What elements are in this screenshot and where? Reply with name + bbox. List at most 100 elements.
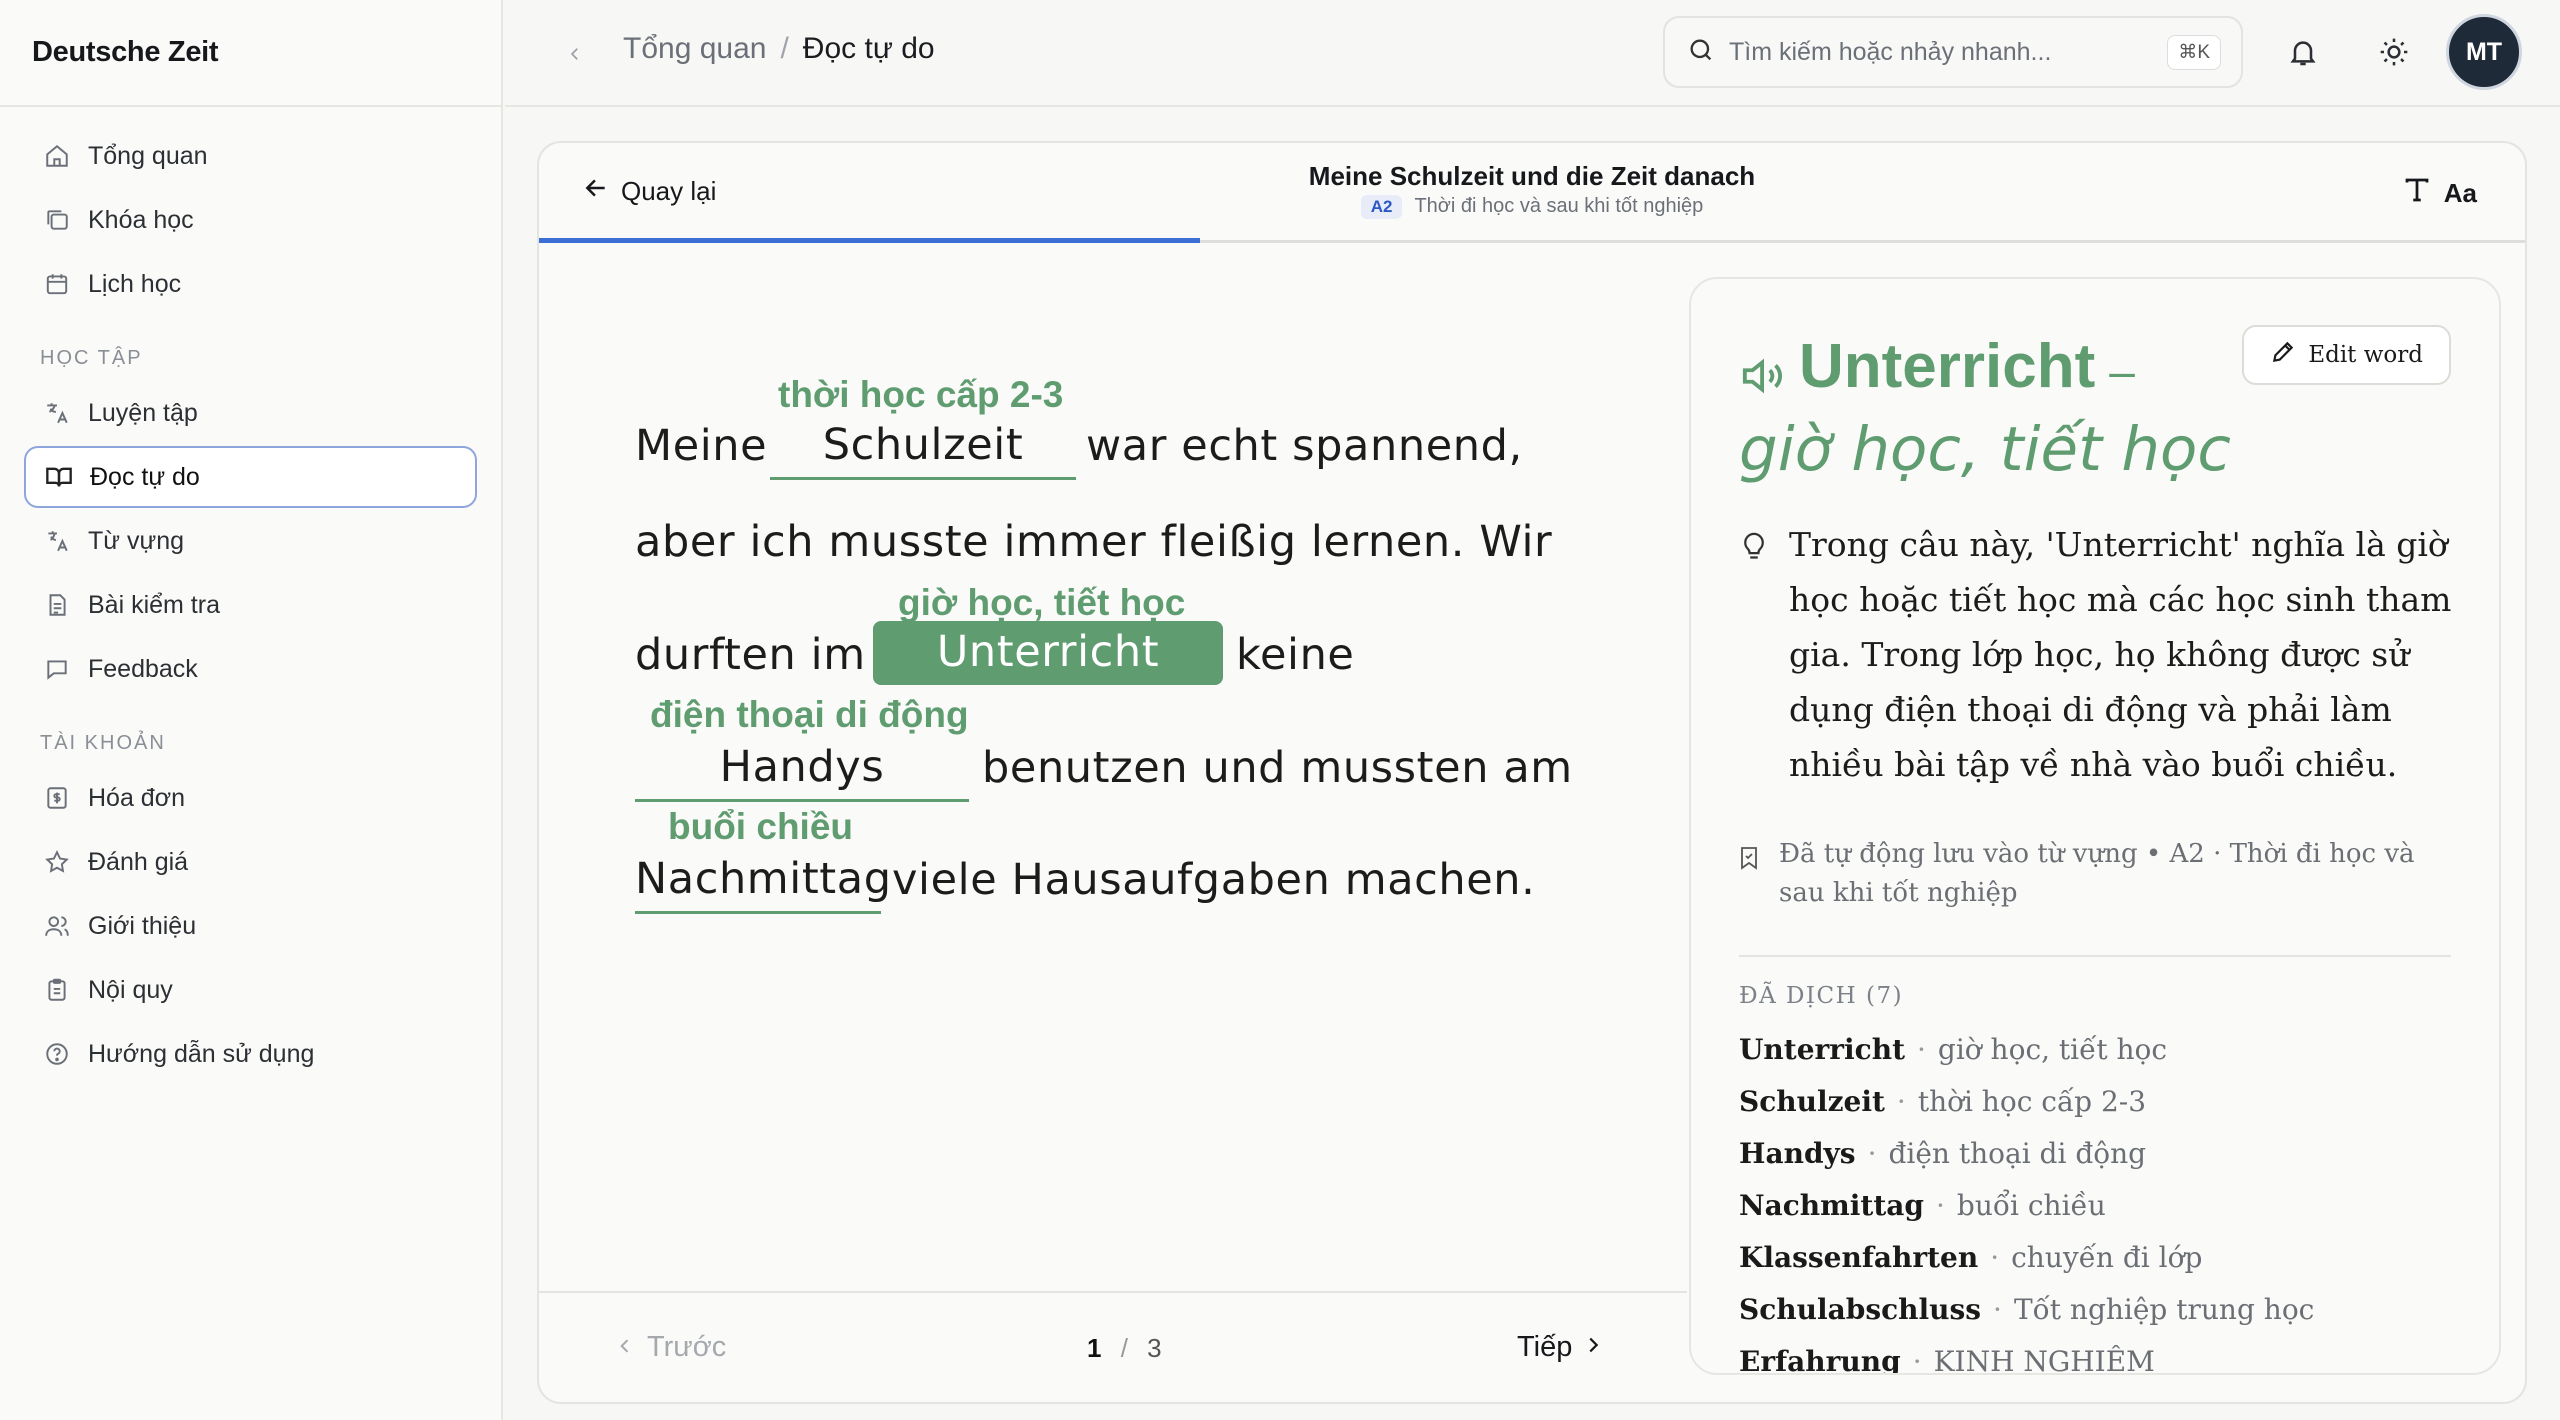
chevron-left-icon xyxy=(615,1331,635,1364)
sidebar-item-free-reading[interactable]: Đọc tự do xyxy=(24,446,477,508)
translate-practice-icon xyxy=(42,398,72,428)
autosave-note: Đã tự động lưu vào từ vựng • A2 · Thời đ… xyxy=(1739,835,2459,913)
reader-header: Quay lại Meine Schulzeit und die Zeit da… xyxy=(539,143,2525,243)
list-item[interactable]: Schulabschluss · Tốt nghiệp trung học xyxy=(1739,1293,2314,1345)
edit-word-label: Edit word xyxy=(2308,342,2423,368)
translated-list: Unterricht · giờ học, tiết học Schulzeit · t… xyxy=(1739,1033,2314,1375)
calendar-icon xyxy=(42,269,72,299)
translated-meaning: thời học cấp 2-3 xyxy=(1917,1085,2147,1118)
sidebar-item-label: Giới thiệu xyxy=(88,911,197,940)
translated-heading: ĐÃ DỊCH (7) xyxy=(1739,983,1904,1009)
translated-word: Erfahrung xyxy=(1739,1345,1901,1375)
sidebar-item-overview[interactable]: Tổng quan xyxy=(24,125,477,187)
rules-clipboard-icon xyxy=(42,975,72,1005)
avatar[interactable]: MT xyxy=(2446,14,2522,90)
sidebar-item-rules[interactable]: Nội quy xyxy=(24,959,477,1021)
users-icon xyxy=(42,911,72,941)
sidebar-item-label: Đánh giá xyxy=(88,847,189,876)
help-circle-icon xyxy=(42,1039,72,1069)
sidebar-nav: Tổng quan Khóa học Lịch học HỌC TẬP Luyệ… xyxy=(0,107,501,1105)
font-size-toggle[interactable]: Aa xyxy=(2402,175,2477,212)
list-item[interactable]: Handys · điện thoại di động xyxy=(1739,1137,2314,1189)
gloss-nachmittag: buổi chiều xyxy=(668,806,853,847)
sidebar-item-schedule[interactable]: Lịch học xyxy=(24,253,477,315)
autosave-text: Đã tự động lưu vào từ vựng • A2 · Thời đ… xyxy=(1779,839,2415,908)
translated-meaning: điện thoại di động xyxy=(1888,1137,2147,1170)
list-item[interactable]: Schulzeit · thời học cấp 2-3 xyxy=(1739,1085,2314,1137)
breadcrumb-parent[interactable]: Tổng quan xyxy=(623,32,766,66)
sidebar-item-reviews[interactable]: Đánh giá xyxy=(24,831,477,893)
previous-page-button[interactable]: Trước xyxy=(615,1331,726,1364)
sidebar-item-vocabulary[interactable]: Từ vựng xyxy=(24,510,477,572)
word-dash: – xyxy=(2109,345,2135,397)
word-nachmittag[interactable]: Nachmittag xyxy=(635,854,891,914)
search-placeholder: Tìm kiếm hoặc nhảy nhanh... xyxy=(1729,37,2052,66)
gloss-handys: điện thoại di động xyxy=(650,694,969,735)
gloss-unterricht: giờ học, tiết học xyxy=(898,582,1186,623)
brand-logo[interactable]: Deutsche Zeit xyxy=(0,0,501,107)
word-schulzeit[interactable]: Schulzeit xyxy=(770,420,1076,480)
sidebar-item-invoices[interactable]: Hóa đơn xyxy=(24,767,477,829)
list-item[interactable]: Erfahrung · KINH NGHIỆM xyxy=(1739,1345,2314,1375)
dot-separator: · xyxy=(1990,1241,2000,1274)
explanation-text: Trong câu này, 'Unterricht' nghĩa là giờ… xyxy=(1789,525,2452,784)
edit-word-button[interactable]: Edit word xyxy=(2242,325,2451,385)
translated-word: Schulzeit xyxy=(1739,1085,1885,1118)
translated-meaning: KINH NGHIỆM xyxy=(1933,1345,2155,1375)
word-detail-panel: Unterricht – giờ học, tiết học Edit word … xyxy=(1689,277,2501,1375)
list-item[interactable]: Klassenfahrten · chuyến đi lớp xyxy=(1739,1241,2314,1293)
speaker-icon[interactable] xyxy=(1739,353,1789,404)
translated-meaning: chuyến đi lớp xyxy=(2011,1241,2203,1274)
breadcrumb: Tổng quan / Đọc tự do xyxy=(623,32,935,66)
theme-sun-icon[interactable] xyxy=(2372,30,2416,74)
dot-separator: · xyxy=(1936,1189,1945,1222)
text-line-1: Meine xyxy=(635,421,767,471)
word-handys[interactable]: Handys xyxy=(635,742,969,802)
word-unterricht-selected[interactable]: Unterricht xyxy=(873,621,1223,685)
sidebar-item-tests[interactable]: Bài kiểm tra xyxy=(24,574,477,636)
translated-word: Unterricht xyxy=(1739,1033,1906,1066)
sidebar-item-referral[interactable]: Giới thiệu xyxy=(24,895,477,957)
sidebar-item-feedback[interactable]: Feedback xyxy=(24,638,477,700)
sidebar-item-label: Lịch học xyxy=(88,269,182,298)
search-input[interactable]: Tìm kiếm hoặc nhảy nhanh... ⌘K xyxy=(1663,16,2243,88)
type-icon xyxy=(2402,175,2432,212)
text-line-3: durften im xyxy=(635,630,866,680)
text-line-5-rest: viele Hausaufgaben machen. xyxy=(892,855,1536,905)
translated-meaning: buổi chiều xyxy=(1956,1189,2106,1222)
level-badge: A2 xyxy=(1360,195,1403,219)
sidebar-item-label: Từ vựng xyxy=(88,526,184,555)
sidebar-item-courses[interactable]: Khóa học xyxy=(24,189,477,251)
selected-word: Unterricht xyxy=(1799,332,2096,401)
translated-word: Schulabschluss xyxy=(1739,1293,1982,1326)
sidebar-item-user-guide[interactable]: Hướng dẫn sử dụng xyxy=(24,1023,477,1085)
search-shortcut-badge: ⌘K xyxy=(2167,34,2221,70)
next-page-button[interactable]: Tiếp xyxy=(1517,1331,1604,1364)
translated-meaning: Tốt nghiệp trung học xyxy=(2013,1293,2315,1326)
translated-word: Nachmittag xyxy=(1739,1189,1924,1222)
top-bar: Tổng quan / Đọc tự do Tìm kiếm hoặc nhảy… xyxy=(505,0,2560,107)
lightbulb-icon xyxy=(1739,517,1769,792)
invoice-icon xyxy=(42,783,72,813)
book-open-icon xyxy=(44,462,74,492)
reader-card: Quay lại Meine Schulzeit und die Zeit da… xyxy=(537,141,2527,1404)
page-separator: / xyxy=(1120,1333,1128,1363)
sidebar-item-label: Tổng quan xyxy=(88,141,208,170)
sidebar-item-practice[interactable]: Luyện tập xyxy=(24,382,477,444)
word-explanation: Trong câu này, 'Unterricht' nghĩa là giờ… xyxy=(1739,517,2459,792)
list-item[interactable]: Nachmittag · buổi chiều xyxy=(1739,1189,2314,1241)
collapse-chevron-icon[interactable] xyxy=(557,36,593,72)
dot-separator: · xyxy=(1993,1293,2002,1326)
sidebar: Deutsche Zeit Tổng quan Khóa học Lịch họ… xyxy=(0,0,503,1420)
reading-area: thời học cấp 2-3 Meine Schulzeit war ech… xyxy=(539,246,1687,1276)
vocabulary-icon xyxy=(42,526,72,556)
breadcrumb-separator: / xyxy=(780,32,789,65)
breadcrumb-current: Đọc tự do xyxy=(802,32,935,65)
notifications-bell-icon[interactable] xyxy=(2281,30,2325,74)
search-icon xyxy=(1687,36,1715,69)
translated-word: Handys xyxy=(1739,1137,1856,1170)
list-item[interactable]: Unterricht · giờ học, tiết học xyxy=(1739,1033,2314,1085)
story-title: Meine Schulzeit und die Zeit danach xyxy=(1308,161,1756,191)
home-icon xyxy=(42,141,72,171)
sidebar-item-label: Bài kiểm tra xyxy=(88,590,220,619)
